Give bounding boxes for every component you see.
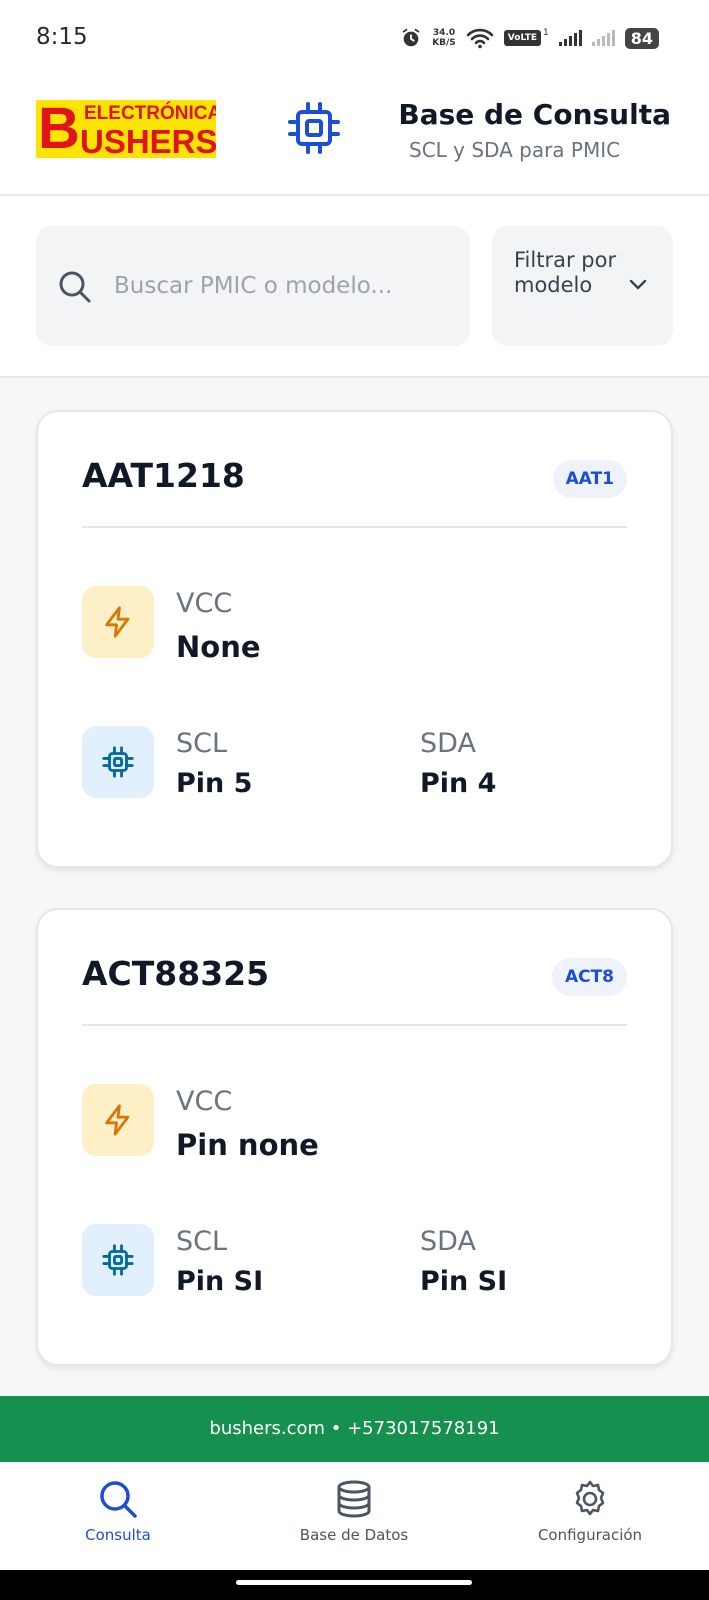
pmic-card[interactable]: ACT88325 ACT8 VCC Pin none SCL Pin SI SD… [36, 908, 673, 1366]
gear-icon [575, 1480, 605, 1516]
search-input[interactable] [114, 264, 444, 308]
page-subtitle: SCL y SDA para PMIC [409, 138, 621, 162]
alarm-icon [402, 28, 420, 47]
vcc-tile [82, 1084, 154, 1156]
battery-indicator: 84 [624, 27, 659, 49]
home-indicator[interactable] [236, 1580, 472, 1585]
status-time: 8:15 [36, 24, 88, 50]
page-title: Base de Consulta [398, 98, 671, 131]
bus-tile [82, 726, 154, 798]
model-badge: ACT8 [551, 958, 627, 996]
nav-label: Base de Datos [299, 1526, 409, 1544]
nav-configuracion[interactable]: Configuración [490, 1478, 690, 1544]
nav-label: Consulta [85, 1526, 151, 1544]
pmic-name: AAT1218 [82, 456, 245, 495]
sda-value: Pin SI [420, 1266, 508, 1297]
search-row: Filtrar por modelo [0, 196, 709, 378]
chip-icon [102, 746, 134, 778]
status-bar: 8:15 34.0 KB/S VoLTE 1 84 [0, 0, 709, 76]
vcc-label: VCC [176, 1086, 233, 1117]
scl-value: Pin 5 [176, 768, 253, 799]
lightning-icon [105, 1104, 130, 1136]
search-icon [59, 271, 91, 303]
filter-label: Filtrar por modelo [514, 248, 617, 297]
app-header: B ELECTRÓNICA USHERS Base de Consulta SC… [0, 76, 709, 196]
status-icons: 34.0 KB/S VoLTE 1 84 [400, 24, 659, 52]
search-box[interactable] [36, 226, 470, 346]
nav-label: Configuración [537, 1526, 643, 1544]
bushers-logo: B ELECTRÓNICA USHERS [36, 100, 216, 158]
nav-consulta[interactable]: Consulta [18, 1478, 218, 1544]
sda-label: SDA [420, 728, 476, 759]
scl-value: Pin SI [176, 1266, 264, 1297]
model-filter-dropdown[interactable]: Filtrar por modelo [492, 226, 673, 346]
vcc-tile [82, 586, 154, 658]
bus-tile [82, 1224, 154, 1296]
database-icon [337, 1480, 371, 1518]
lightning-icon [105, 606, 130, 638]
vcc-value: Pin none [176, 1128, 319, 1162]
sda-value: Pin 4 [420, 768, 497, 799]
card-divider [82, 526, 627, 528]
search-icon [100, 1481, 137, 1518]
nav-base-de-datos[interactable]: Base de Datos [254, 1478, 454, 1544]
network-speed: 34.0 KB/S [432, 28, 456, 48]
signal-sim2-icon [591, 30, 615, 46]
sim-index: 1 [543, 28, 549, 38]
model-badge: AAT1 [552, 460, 627, 498]
contact-footer[interactable]: bushers.com • +573017578191 [0, 1396, 709, 1462]
chip-icon [288, 102, 340, 154]
sda-label: SDA [420, 1226, 476, 1257]
card-divider [82, 1024, 627, 1026]
scl-label: SCL [176, 1226, 228, 1257]
chip-icon [102, 1244, 134, 1276]
pmic-card[interactable]: AAT1218 AAT1 VCC None SCL Pin 5 SDA Pin … [36, 410, 673, 868]
volte-badge: VoLTE [503, 30, 541, 46]
wifi-icon [466, 28, 494, 49]
system-gesture-bar [0, 1570, 709, 1600]
signal-icon [558, 30, 582, 46]
vcc-label: VCC [176, 588, 233, 619]
pmic-name: ACT88325 [82, 954, 270, 993]
scl-label: SCL [176, 728, 228, 759]
vcc-value: None [176, 630, 261, 664]
bottom-nav: Consulta Base de Datos Configuración [0, 1462, 709, 1570]
chevron-down-icon [629, 279, 647, 290]
